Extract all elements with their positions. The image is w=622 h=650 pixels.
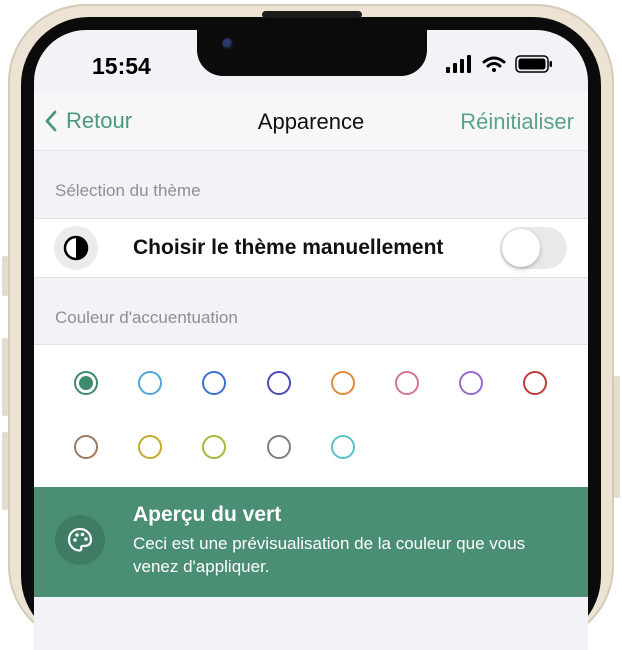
color-swatch-blue[interactable] <box>202 371 227 395</box>
color-swatch-light-blue[interactable] <box>138 371 163 395</box>
status-time: 15:54 <box>92 53 151 79</box>
manual-theme-row: Choisir le thème manuellement <box>34 218 588 278</box>
preview-banner: Aperçu du vert Ceci est une prévisualisa… <box>34 487 588 597</box>
wifi-icon <box>482 56 506 72</box>
color-swatch-brown[interactable] <box>74 435 98 459</box>
color-swatch-green[interactable] <box>74 371 98 395</box>
battery-icon <box>515 55 552 73</box>
toggle-knob <box>502 229 540 267</box>
color-swatch-yellow[interactable] <box>138 435 163 459</box>
front-camera <box>222 38 234 50</box>
color-swatch-lime[interactable] <box>202 435 227 459</box>
color-swatch-teal[interactable] <box>330 435 355 459</box>
color-swatch-gray[interactable] <box>266 435 291 459</box>
palette-icon <box>55 515 105 565</box>
manual-theme-label: Choisir le thème manuellement <box>133 236 444 259</box>
reset-button[interactable]: Réinitialiser <box>460 109 574 135</box>
accent-section-header: Couleur d'accuentuation <box>55 308 238 327</box>
manual-theme-toggle[interactable] <box>500 227 567 269</box>
signal-icon <box>446 55 471 73</box>
contrast-icon <box>54 226 98 270</box>
color-swatch-pink[interactable] <box>395 371 419 395</box>
notch <box>197 30 427 76</box>
color-swatch-red[interactable] <box>523 371 548 395</box>
color-swatch-orange[interactable] <box>330 371 355 395</box>
color-swatch-purple[interactable] <box>459 371 484 395</box>
theme-section-header: Sélection du thème <box>55 181 201 200</box>
navigation-bar: Retour Apparence Réinitialiser <box>34 92 588 151</box>
speaker-grille <box>262 11 362 18</box>
status-icons <box>446 54 556 74</box>
accent-colors-grid <box>34 344 588 487</box>
preview-description: Ceci est une prévisualisation de la coul… <box>133 534 526 576</box>
side-button-right <box>614 376 620 498</box>
color-swatch-indigo[interactable] <box>266 371 291 395</box>
preview-title: Aperçu du vert <box>133 503 282 526</box>
